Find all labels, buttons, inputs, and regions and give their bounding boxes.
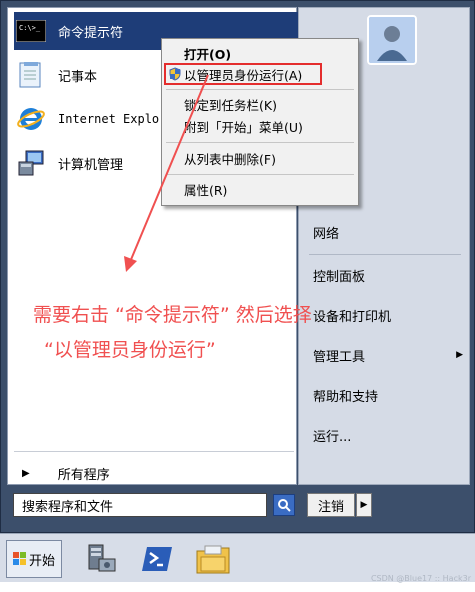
annotation-text-line2: “以管理员身份运行” <box>44 339 216 361</box>
menu-item-label: 锁定到任务栏(K) <box>184 97 277 113</box>
program-label: 命令提示符 <box>58 25 124 41</box>
menu-item-open[interactable]: 打开(O) <box>184 43 356 63</box>
triangle-right-icon: ▶ <box>22 467 30 479</box>
windows-logo-icon <box>12 552 26 565</box>
menu-item-label: 以管理员身份运行(A) <box>184 67 303 83</box>
triangle-right-icon: ▶ <box>360 500 368 510</box>
menu-item-run-as-admin[interactable]: 以管理员身份运行(A) <box>184 64 356 84</box>
search-input[interactable] <box>13 493 267 517</box>
menu-item-pin-taskbar[interactable]: 锁定到任务栏(K) <box>184 94 356 114</box>
program-label: Internet Explo <box>58 112 160 126</box>
right-item-label: 管理工具 <box>313 349 366 365</box>
context-menu: 打开(O) 以管理员身份运行(A) 锁定到任务栏(K) 附到「开始」菜单(U) … <box>161 38 359 206</box>
start-button[interactable]: 开始 <box>6 540 62 578</box>
menu-item-remove[interactable]: 从列表中删除(F) <box>184 148 356 168</box>
user-icon <box>369 17 415 63</box>
menu-item-properties[interactable]: 属性(R) <box>184 179 356 199</box>
right-item-network[interactable]: 网络 <box>313 220 463 244</box>
cmd-icon: C:\>_ <box>14 14 48 48</box>
search-icon <box>278 499 291 512</box>
right-item-run[interactable]: 运行... <box>313 423 463 447</box>
user-avatar[interactable] <box>367 15 417 65</box>
powershell-icon[interactable] <box>137 540 177 578</box>
explorer-folder-icon[interactable] <box>193 540 233 578</box>
right-item-label: 运行... <box>313 429 352 445</box>
divider <box>14 451 294 452</box>
taskbar: 开始 CSDN @Blue17 :: Hack3r <box>0 533 475 583</box>
right-item-control-panel[interactable]: 控制面板 <box>313 263 463 287</box>
right-item-label: 控制面板 <box>313 269 366 285</box>
menu-item-label: 打开(O) <box>184 46 232 62</box>
divider <box>309 254 461 255</box>
program-label: 记事本 <box>58 69 98 85</box>
all-programs-label: 所有程序 <box>57 467 110 483</box>
server-manager-icon[interactable] <box>80 540 120 578</box>
ie-icon <box>14 102 48 136</box>
divider <box>166 174 354 175</box>
menu-item-label: 从列表中删除(F) <box>184 151 276 167</box>
annotation-text-line1: 需要右击 “命令提示符” 然后选择 <box>33 304 312 326</box>
menu-item-label: 附到「开始」菜单(U) <box>184 119 303 135</box>
right-item-label: 设备和打印机 <box>313 309 392 325</box>
right-item-help[interactable]: 帮助和支持 <box>313 383 463 407</box>
right-item-label: 帮助和支持 <box>313 389 379 405</box>
program-label: 计算机管理 <box>58 157 124 173</box>
shield-icon <box>169 67 181 81</box>
right-item-devices-printers[interactable]: 设备和打印机 <box>313 303 463 327</box>
logout-label: 注销 <box>317 499 344 515</box>
right-item-label: 网络 <box>313 226 340 242</box>
all-programs-button[interactable]: ▶ 所有程序 <box>16 460 286 486</box>
menu-item-label: 属性(R) <box>184 182 228 198</box>
divider <box>166 89 354 90</box>
right-item-admin-tools[interactable]: 管理工具 ▶ <box>313 343 463 367</box>
notepad-icon <box>14 58 48 92</box>
svg-text:C:\>_: C:\>_ <box>19 24 41 32</box>
logout-button[interactable]: 注销 <box>307 493 355 517</box>
divider <box>166 142 354 143</box>
menu-item-pin-start[interactable]: 附到「开始」菜单(U) <box>184 116 356 136</box>
start-label: 开始 <box>28 553 55 569</box>
shutdown-options-button[interactable]: ▶ <box>356 493 372 517</box>
triangle-right-icon: ▶ <box>456 350 463 360</box>
watermark: CSDN @Blue17 :: Hack3r <box>370 574 471 583</box>
computer-management-icon <box>14 146 48 180</box>
search-area <box>7 489 297 525</box>
search-button[interactable] <box>273 494 295 516</box>
